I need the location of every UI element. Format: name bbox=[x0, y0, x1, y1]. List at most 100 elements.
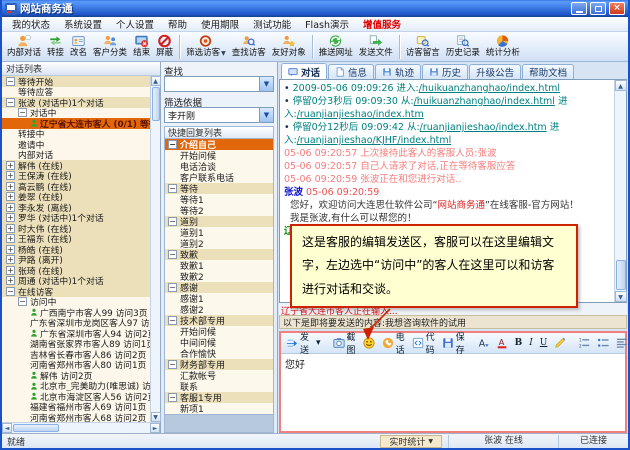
quick-reply-item[interactable]: 致歉1 bbox=[165, 260, 273, 271]
quick-reply-item[interactable]: −等待 bbox=[165, 183, 273, 194]
dialog-tree-item[interactable]: +李永发 (离线) bbox=[2, 202, 150, 213]
dialog-tree-item[interactable]: −等待开始 bbox=[2, 76, 150, 87]
font-button[interactable]: A bbox=[474, 335, 492, 352]
search-combobox[interactable]: ▼ bbox=[164, 76, 274, 92]
expand-icon[interactable]: + bbox=[6, 161, 15, 170]
tab-history[interactable]: 历史 bbox=[422, 64, 468, 79]
dialog-tree-item[interactable]: −对话中 bbox=[2, 108, 150, 119]
quick-reply-item[interactable]: −介绍自己 bbox=[165, 139, 273, 150]
scroll-thumb[interactable] bbox=[616, 260, 626, 290]
dialog-tree-item[interactable]: 吉林省长春市客人86 访问2页 bbox=[2, 349, 150, 360]
menu-item[interactable]: Flash演示 bbox=[299, 16, 355, 32]
collapse-icon[interactable]: − bbox=[18, 108, 27, 117]
close-button[interactable]: × bbox=[609, 2, 625, 15]
underline-button[interactable]: U bbox=[537, 335, 551, 352]
collapse-icon[interactable]: − bbox=[6, 98, 15, 107]
menu-item[interactable]: 使用期限 bbox=[195, 16, 245, 32]
quick-reply-item[interactable]: 电话洽谈 bbox=[165, 161, 273, 172]
quick-reply-item[interactable]: 联系 bbox=[165, 381, 273, 392]
quick-reply-item[interactable]: 合作愉快 bbox=[165, 348, 273, 359]
chat-segment-link[interactable]: /huikuanzhanghao/index.html bbox=[419, 83, 560, 94]
dialog-tree-item[interactable]: 内部对话 bbox=[2, 150, 150, 161]
quick-reply-item[interactable]: −技术部专用 bbox=[165, 315, 273, 326]
transfer-button[interactable]: 转接 bbox=[44, 33, 67, 61]
collapse-icon[interactable]: − bbox=[6, 287, 15, 296]
scroll-thumb[interactable] bbox=[152, 87, 160, 121]
customer-classify-button[interactable]: 客户分类 bbox=[90, 33, 130, 61]
quick-reply-item[interactable]: 等待2 bbox=[165, 205, 273, 216]
quick-reply-item[interactable]: 感谢1 bbox=[165, 293, 273, 304]
visitor-message-button[interactable]: 访客留言 bbox=[403, 33, 443, 61]
dialog-tree-item[interactable]: +张琦 (在线) bbox=[2, 265, 150, 276]
end-session-button[interactable]: 结束 bbox=[130, 33, 153, 61]
quick-reply-item[interactable]: 新项1 bbox=[165, 403, 273, 414]
dialog-tree-item[interactable]: +王福东 (在线) bbox=[2, 234, 150, 245]
dialog-tree-item[interactable]: +时大伟 (在线) bbox=[2, 223, 150, 234]
quick-reply-item[interactable]: 客户联系电话 bbox=[165, 172, 273, 183]
collapse-icon[interactable]: − bbox=[168, 316, 177, 325]
expand-icon[interactable]: + bbox=[6, 276, 15, 285]
screenshot-button[interactable]: 截图 bbox=[330, 335, 359, 352]
collapse-icon[interactable]: − bbox=[6, 77, 15, 86]
collapse-icon[interactable]: − bbox=[168, 360, 177, 369]
send-file-button[interactable]: 发送文件 bbox=[356, 33, 396, 61]
chat-vscrollbar[interactable]: ▲ ▼ bbox=[614, 80, 626, 302]
save-button[interactable]: 保存 bbox=[439, 335, 468, 352]
menu-item[interactable]: 帮助 bbox=[162, 16, 193, 32]
tab-dialog[interactable]: 对话 bbox=[281, 63, 327, 79]
collapse-icon[interactable]: − bbox=[18, 297, 27, 306]
minimize-button[interactable] bbox=[571, 2, 587, 15]
collapse-icon[interactable]: − bbox=[168, 250, 177, 259]
send-button[interactable]: 发送 bbox=[283, 335, 312, 352]
dialog-tree-item[interactable]: +罗华 (对话中)1个对话 bbox=[2, 213, 150, 224]
realtime-stats-button[interactable]: 实时统计 ▼ bbox=[380, 435, 442, 448]
internal-chat-button[interactable]: 内部对话 bbox=[4, 33, 44, 61]
scroll-thumb[interactable] bbox=[13, 424, 59, 432]
menu-item[interactable]: 系统设置 bbox=[58, 16, 108, 32]
dialog-tree-item[interactable]: +姜翠 (在线) bbox=[2, 192, 150, 203]
tab-help-docs[interactable]: 帮助文档 bbox=[522, 64, 574, 79]
friend-objects-button[interactable]: 友好对象 bbox=[269, 33, 309, 61]
expand-icon[interactable]: + bbox=[6, 213, 15, 222]
dialog-tree-item[interactable]: 等待应答 bbox=[2, 87, 150, 98]
tab-info[interactable]: 信息 bbox=[328, 64, 374, 79]
dialog-tree-item[interactable]: −张波 (对话中)1个对话 bbox=[2, 97, 150, 108]
dialog-tree-item[interactable]: 广西南宁市客人99 访问3页 bbox=[2, 307, 150, 318]
quick-reply-item[interactable]: 开始问候 bbox=[165, 326, 273, 337]
filter-combobox[interactable]: 李开刚 ▼ bbox=[164, 107, 274, 123]
dialog-tree-item[interactable]: 转接中 bbox=[2, 129, 150, 140]
menu-item[interactable]: 测试功能 bbox=[247, 16, 297, 32]
dialog-tree-item[interactable]: 河南省郑州市客人68 访问2页 bbox=[2, 412, 150, 422]
expand-icon[interactable]: + bbox=[6, 182, 15, 191]
tab-upgrade-notice[interactable]: 升级公告 bbox=[469, 64, 521, 79]
scroll-down-icon[interactable]: ▼ bbox=[615, 291, 627, 302]
block-button[interactable]: 屏蔽 bbox=[153, 33, 176, 61]
menu-item[interactable]: 我的状态 bbox=[6, 16, 56, 32]
expand-icon[interactable]: + bbox=[6, 234, 15, 243]
menu-item[interactable]: 增值服务 bbox=[357, 16, 407, 32]
quick-reply-item[interactable]: 道别2 bbox=[165, 238, 273, 249]
dialog-tree-item[interactable]: −在线访客 bbox=[2, 286, 150, 297]
dialog-tree-item[interactable]: 北京市海淀区客人56 访问2页 bbox=[2, 391, 150, 402]
chat-segment-link[interactable]: /ruanjianjieshao/KJHF/index.html bbox=[297, 135, 452, 146]
filter-visitors-button[interactable]: 筛选访客▼ bbox=[183, 33, 229, 61]
quick-reply-item[interactable]: 道别1 bbox=[165, 227, 273, 238]
quick-reply-item[interactable]: −道别 bbox=[165, 216, 273, 227]
history-button[interactable]: 历史记录 bbox=[443, 33, 483, 61]
scroll-down-icon[interactable]: ▼ bbox=[151, 412, 161, 422]
expand-icon[interactable]: + bbox=[6, 203, 15, 212]
dialog-tree-item[interactable]: 辽宁省大连市客人 (0/1) 等待… bbox=[2, 118, 150, 129]
quick-reply-item[interactable]: 汇款帐号 bbox=[165, 370, 273, 381]
combo-arrow-icon[interactable]: ▼ bbox=[259, 108, 273, 122]
collapse-icon[interactable]: − bbox=[168, 184, 177, 193]
collapse-icon[interactable]: − bbox=[168, 393, 177, 402]
italic-button[interactable]: I bbox=[526, 335, 536, 352]
message-editor[interactable]: 您好 bbox=[281, 354, 625, 431]
combo-arrow-icon[interactable]: ▼ bbox=[259, 77, 273, 91]
unordered-list-button[interactable] bbox=[594, 335, 612, 352]
ordered-list-button[interactable]: 12 bbox=[575, 335, 593, 352]
stats-analysis-button[interactable]: 统计分析 bbox=[483, 33, 523, 61]
scroll-up-icon[interactable]: ▲ bbox=[615, 80, 627, 91]
expand-icon[interactable]: + bbox=[6, 266, 15, 275]
restore-button[interactable] bbox=[590, 2, 606, 15]
